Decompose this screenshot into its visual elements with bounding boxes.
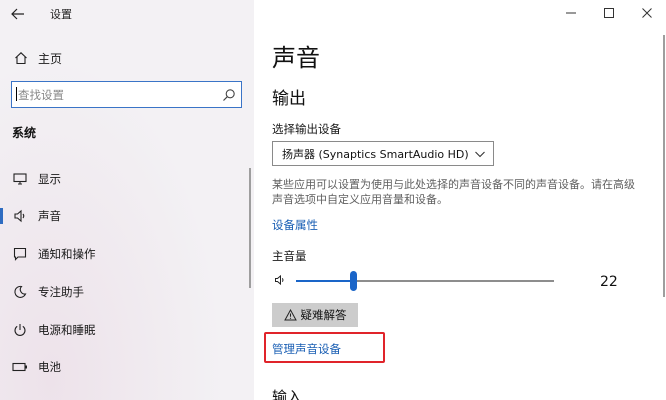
section-title: 系统 [12, 126, 37, 140]
battery-icon [11, 362, 29, 372]
output-device-dropdown[interactable]: 扬声器 (Synaptics SmartAudio HD) [272, 141, 494, 166]
minimize-icon [566, 12, 576, 14]
text-caret [16, 87, 17, 101]
sidebar-item-label: 电源和睡眠 [38, 323, 96, 337]
sidebar-item-label: 显示 [38, 172, 61, 186]
sidebar-item-power-sleep[interactable]: 电源和睡眠 [0, 315, 250, 345]
sidebar-item-display[interactable]: 显示 [0, 164, 250, 194]
back-button[interactable] [8, 4, 28, 24]
page-title: 声音 [272, 44, 320, 72]
main-scrollbar[interactable] [663, 35, 665, 297]
chevron-down-icon [475, 151, 485, 158]
maximize-button[interactable] [590, 0, 628, 26]
slider-thumb[interactable] [350, 271, 357, 291]
sidebar-item-label: 主页 [38, 51, 63, 66]
slider-fill [296, 280, 353, 282]
manage-sound-devices-link[interactable]: 管理声音设备 [272, 341, 341, 357]
maximize-icon [604, 8, 614, 18]
search-input[interactable] [18, 86, 208, 103]
moon-icon [11, 285, 29, 299]
home-icon [12, 51, 30, 65]
output-description: 某些应用可以设置为使用与此处选择的声音设备不同的声音设备。请在高级声音选项中自定… [272, 178, 635, 206]
sidebar-scrollbar[interactable] [249, 168, 251, 288]
settings-sidebar: 设置 主页 系统 显示 声音 通知和操作 [0, 0, 254, 400]
sidebar-item-label: 通知和操作 [38, 247, 96, 261]
speaker-icon[interactable] [274, 274, 286, 286]
back-arrow-icon [11, 8, 24, 20]
sidebar-item-label: 专注助手 [38, 285, 84, 299]
active-indicator [0, 208, 3, 224]
dropdown-selected-value: 扬声器 (Synaptics SmartAudio HD) [282, 147, 469, 161]
title-bar: 设置 [0, 0, 254, 28]
sidebar-item-focus-assist[interactable]: 专注助手 [0, 277, 250, 307]
troubleshoot-button[interactable]: 疑难解答 [272, 303, 358, 327]
warning-icon [283, 309, 297, 321]
output-heading: 输出 [272, 89, 306, 109]
sound-icon [11, 209, 29, 223]
close-button[interactable] [628, 0, 666, 26]
notification-icon [11, 247, 29, 261]
display-icon [11, 173, 29, 185]
troubleshoot-label: 疑难解答 [300, 308, 347, 322]
sidebar-item-home[interactable]: 主页 [0, 46, 254, 70]
sidebar-item-label: 声音 [38, 209, 61, 223]
minimize-button[interactable] [552, 0, 590, 26]
sidebar-item-battery[interactable]: 电池 [0, 352, 250, 382]
power-icon [11, 323, 29, 337]
sound-settings-pane: 声音 输出 选择输出设备 扬声器 (Synaptics SmartAudio H… [254, 0, 666, 400]
volume-value: 22 [600, 274, 618, 290]
close-icon [642, 8, 652, 18]
app-title: 设置 [50, 8, 72, 21]
master-volume-slider[interactable] [296, 270, 554, 292]
choose-output-device-label: 选择输出设备 [272, 122, 341, 136]
window-controls [552, 0, 666, 28]
sidebar-item-sound[interactable]: 声音 [0, 201, 250, 231]
device-properties-link[interactable]: 设备属性 [272, 217, 318, 233]
sidebar-item-notifications[interactable]: 通知和操作 [0, 239, 250, 269]
search-box[interactable] [11, 81, 242, 108]
master-volume-label: 主音量 [272, 249, 307, 263]
sidebar-item-label: 电池 [38, 360, 61, 374]
input-heading: 输入 [272, 388, 303, 400]
search-icon[interactable] [222, 87, 236, 106]
